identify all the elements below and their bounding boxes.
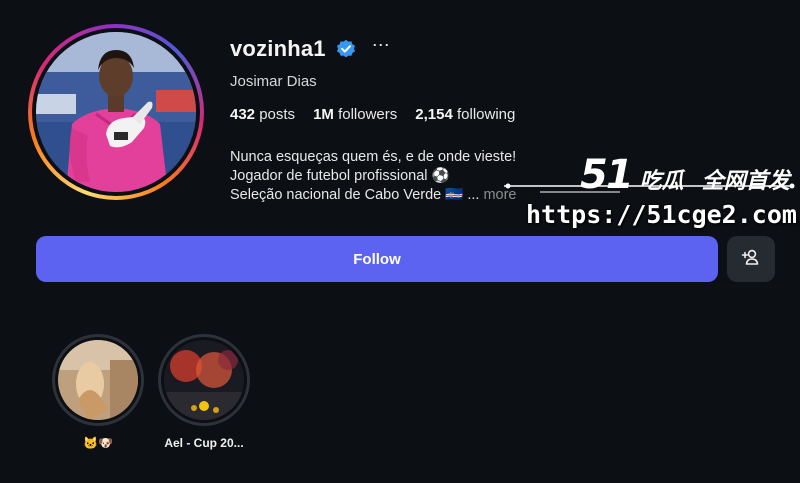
following-link[interactable]: 2,154 following [415,106,515,123]
username: vozinha1 [230,36,326,61]
person-plus-icon [741,247,761,272]
watermark-brand: 吃瓜 [639,169,684,194]
watermark-tagline: 全网首发 [701,169,790,194]
highlight-label: Ael - Cup 20... [164,436,244,450]
posts-number: 432 [230,106,256,123]
watermark-brand-row: 51 吃瓜 全网首发 [580,152,790,198]
profile-avatar[interactable] [28,24,204,200]
followers-number: 1M [313,106,334,123]
profile-bio: Nunca esqueças quem és, e de onde vieste… [230,148,517,205]
story-highlight[interactable]: Ael - Cup 20... [156,334,252,450]
watermark-url: https://51cge2.com [526,200,797,229]
following-label: following [456,106,516,123]
watermark: 51 吃瓜 全网首发 https://51cge2.com [500,132,800,242]
highlight-cover-1 [58,340,138,420]
followers-label: followers [338,106,398,123]
following-number: 2,154 [415,106,453,123]
story-highlight[interactable]: 🐱🐶 [50,334,146,450]
posts-count: 432 posts [230,106,295,123]
full-name: Josimar Dias [230,73,317,90]
suggest-users-button[interactable] [727,236,775,282]
posts-label: posts [259,106,296,123]
profile-page: vozinha1 ⋯ Josimar Dias 432 posts 1M fol… [0,0,800,483]
watermark-number: 51 [580,152,634,198]
username-row: vozinha1 ⋯ [230,36,390,62]
follow-button[interactable]: Follow [36,236,718,282]
avatar-photo [36,32,196,192]
bio-line-3: Seleção nacional de Cabo Verde 🇨🇻 ... mo… [230,186,517,205]
verified-badge-icon [336,39,356,59]
profile-stats: 432 posts 1M followers 2,154 following [230,106,515,123]
bio-line-3-text: Seleção nacional de Cabo Verde 🇨🇻 ... [230,187,480,203]
more-options-icon[interactable]: ⋯ [372,36,390,58]
bio-line-2: Jogador de futebol profissional ⚽ [230,168,450,184]
highlight-cover-2 [164,340,244,420]
bio-line-1: Nunca esqueças quem és, e de onde vieste… [230,149,517,165]
followers-link[interactable]: 1M followers [313,106,397,123]
highlight-label: 🐱🐶 [83,436,113,450]
avatar-illustration [36,32,196,192]
